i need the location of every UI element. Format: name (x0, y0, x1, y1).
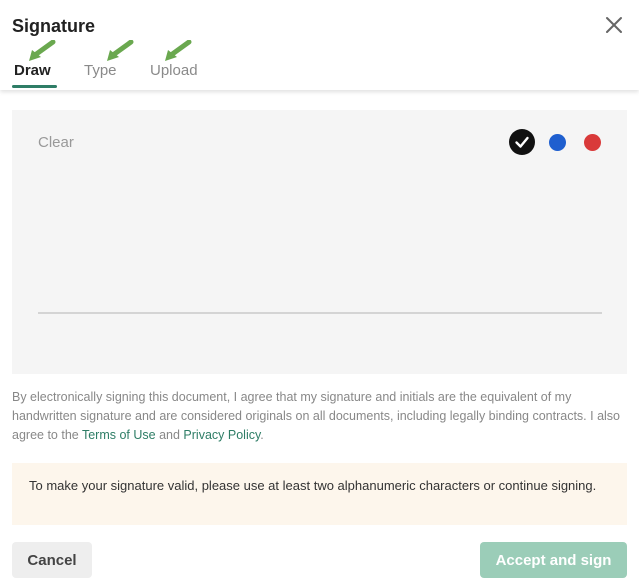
tab-type-label: Type (84, 62, 117, 79)
clear-button[interactable]: Clear (38, 134, 74, 151)
signature-dialog: Signature Draw Type Upload Clear By elec… (0, 0, 639, 588)
validation-notice: To make your signature valid, please use… (12, 463, 627, 525)
tab-draw-label: Draw (14, 62, 51, 79)
accept-and-sign-button[interactable]: Accept and sign (480, 542, 627, 578)
terms-of-use-link[interactable]: Terms of Use (82, 428, 156, 442)
annotation-arrow-icon (107, 40, 134, 61)
legal-and-text: and (155, 428, 184, 442)
annotation-arrow-icon (165, 40, 192, 61)
tab-upload-label: Upload (150, 62, 198, 79)
check-icon (515, 136, 529, 148)
color-swatch-red[interactable] (584, 134, 601, 151)
active-tab-indicator (12, 85, 57, 88)
tab-upload[interactable]: Upload (150, 62, 198, 79)
signature-baseline (38, 312, 602, 314)
dialog-header: Signature Draw Type Upload (0, 0, 639, 90)
legal-disclaimer: By electronically signing this document,… (12, 388, 627, 445)
legal-period: . (260, 428, 264, 442)
dialog-title: Signature (12, 16, 96, 36)
color-swatch-black[interactable] (509, 129, 535, 155)
privacy-policy-link[interactable]: Privacy Policy (183, 428, 260, 442)
tab-type[interactable]: Type (84, 62, 117, 79)
tab-draw[interactable]: Draw (12, 62, 57, 88)
annotation-arrow-icon (29, 40, 56, 61)
cancel-button[interactable]: Cancel (12, 542, 92, 578)
signature-pad[interactable]: Clear (12, 110, 627, 374)
color-swatch-blue[interactable] (549, 134, 566, 151)
close-icon[interactable] (603, 14, 625, 36)
validation-notice-text: To make your signature valid, please use… (29, 478, 597, 493)
